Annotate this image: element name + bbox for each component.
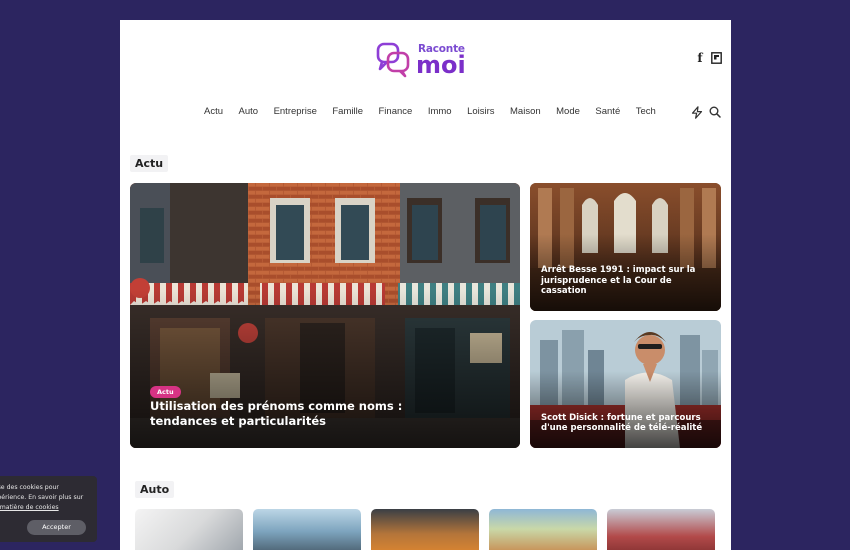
cookie-text: tilise des cookies pour expérience. En s… xyxy=(0,483,94,514)
nav-item-maison[interactable]: Maison xyxy=(510,106,541,120)
auto-article-thumbnail-5[interactable] xyxy=(607,509,715,550)
nav-item-auto[interactable]: Auto xyxy=(239,106,259,120)
nav-item-famille[interactable]: Famille xyxy=(332,106,363,120)
article-title-arret-besse[interactable]: Arrêt Besse 1991 : impact sur la jurispr… xyxy=(541,265,711,297)
section-title-actu: Actu xyxy=(130,155,169,172)
article-card-scott-disick[interactable]: Scott Disick : fortune et parcours d'une… xyxy=(530,320,721,448)
auto-article-thumbnail-3[interactable] xyxy=(371,509,479,550)
article-title-scott-disick[interactable]: Scott Disick : fortune et parcours d'une… xyxy=(541,413,711,434)
featured-article-card[interactable]: Actu Utilisation des prénoms comme noms … xyxy=(130,183,520,448)
accept-cookies-button[interactable]: Accepter xyxy=(27,520,86,535)
flipboard-icon[interactable] xyxy=(710,51,722,65)
cookie-policy-link[interactable]: en matière de cookies xyxy=(0,503,94,513)
auto-article-thumbnail-1[interactable] xyxy=(135,509,243,550)
image-overlay xyxy=(530,371,721,448)
nav-item-immo[interactable]: Immo xyxy=(428,106,452,120)
speech-bubbles-icon xyxy=(376,42,410,78)
main-nav: Actu Auto Entreprise Famille Finance Imm… xyxy=(204,106,671,120)
cookie-text-line-2: expérience. En savoir plus sur xyxy=(0,494,84,502)
bolt-icon[interactable] xyxy=(690,105,704,119)
category-badge[interactable]: Actu xyxy=(150,386,181,398)
nav-item-finance[interactable]: Finance xyxy=(379,106,413,120)
nav-item-tech[interactable]: Tech xyxy=(636,106,656,120)
nav-item-mode[interactable]: Mode xyxy=(556,106,580,120)
cookie-text-line-1: tilise des cookies pour xyxy=(0,484,59,491)
article-card-arret-besse[interactable]: Arrêt Besse 1991 : impact sur la jurispr… xyxy=(530,183,721,311)
logo-text-bottom: moi xyxy=(416,51,466,79)
facebook-icon[interactable]: f xyxy=(695,51,705,65)
nav-item-entreprise[interactable]: Entreprise xyxy=(274,106,317,120)
nav-item-actu[interactable]: Actu xyxy=(204,106,223,120)
auto-article-thumbnail-4[interactable] xyxy=(489,509,597,550)
nav-item-loisirs[interactable]: Loisirs xyxy=(467,106,494,120)
section-title-auto: Auto xyxy=(135,481,175,498)
nav-item-sante[interactable]: Santé xyxy=(595,106,620,120)
cookie-banner: tilise des cookies pour expérience. En s… xyxy=(0,476,97,542)
site-logo[interactable]: Raconte moi xyxy=(376,42,476,80)
page-container: Raconte moi f Actu Auto Entreprise Famil… xyxy=(120,20,731,550)
featured-article-title[interactable]: Utilisation des prénoms comme noms : ten… xyxy=(150,399,460,428)
auto-article-thumbnail-2[interactable] xyxy=(253,509,361,550)
search-icon[interactable] xyxy=(708,105,722,119)
